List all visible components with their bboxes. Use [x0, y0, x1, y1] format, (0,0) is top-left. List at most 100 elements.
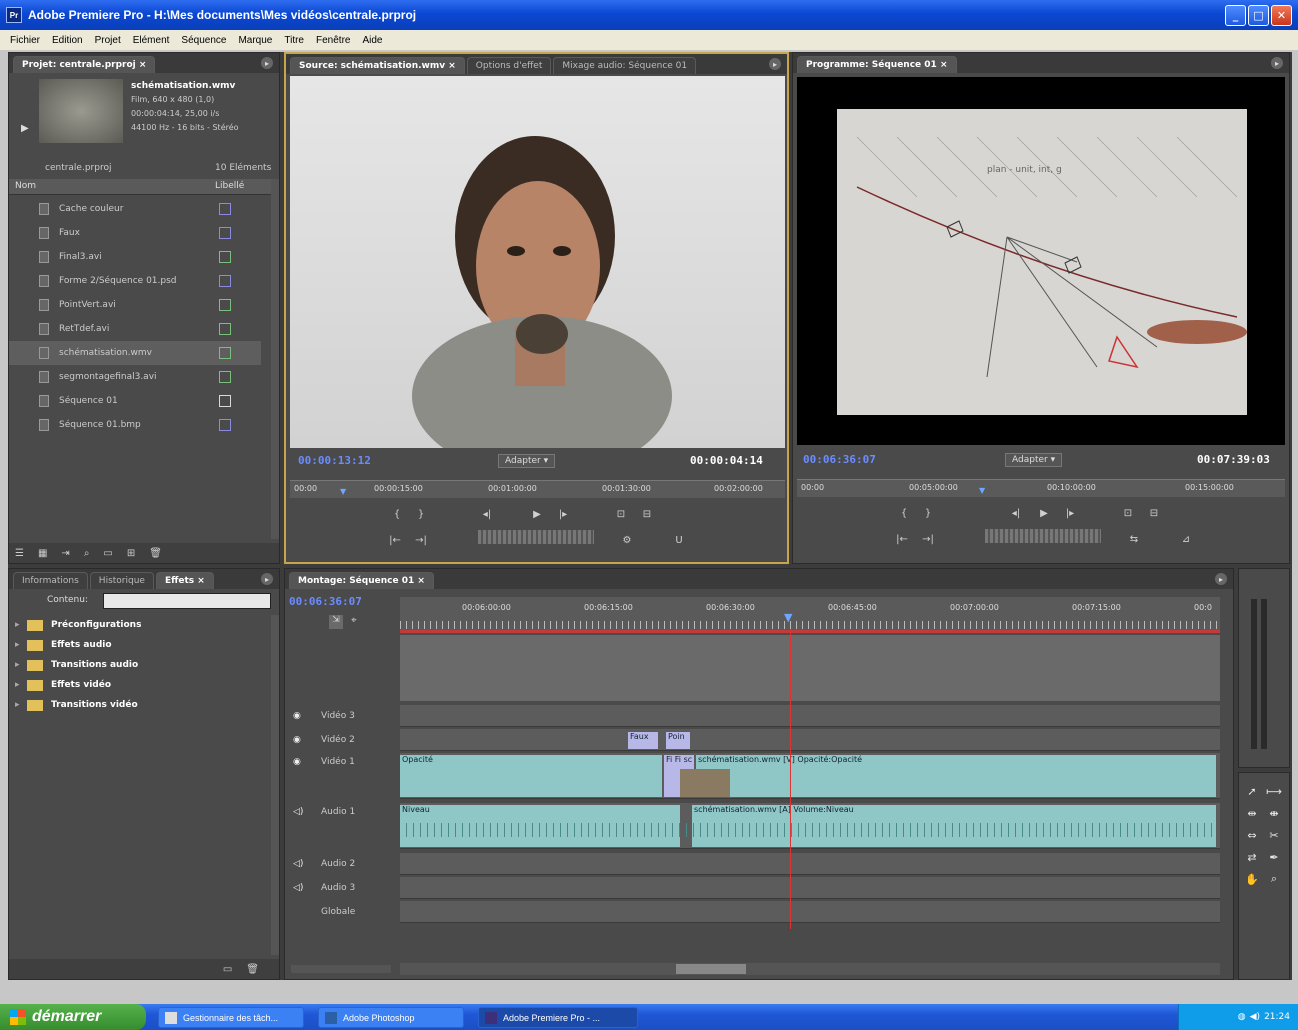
project-scrollbar[interactable]: [271, 179, 279, 539]
menu-titre[interactable]: Titre: [284, 35, 304, 46]
program-current-timecode[interactable]: 00:06:36:07: [803, 453, 876, 466]
extract-icon[interactable]: ⊟: [1145, 505, 1163, 521]
playhead-icon[interactable]: ▼: [340, 487, 346, 496]
eye-icon[interactable]: ◉: [293, 711, 307, 721]
clip-faux[interactable]: Faux: [628, 732, 658, 749]
network-icon[interactable]: ◍: [1238, 1012, 1246, 1022]
track-audio-3-lane[interactable]: [400, 877, 1220, 899]
tab-history[interactable]: Historique: [89, 572, 154, 589]
track-video-3-lane[interactable]: [400, 705, 1220, 727]
razor-tool-icon[interactable]: ✂: [1265, 827, 1283, 843]
expand-arrow-icon[interactable]: ▸: [15, 620, 27, 630]
ripple-edit-tool-icon[interactable]: ⇹: [1243, 805, 1261, 821]
automate-icon[interactable]: ⇥: [61, 548, 69, 559]
timeline-playhead-icon[interactable]: ▼: [784, 611, 792, 624]
trim-icon[interactable]: ⇆: [1125, 531, 1143, 547]
menu-marque[interactable]: Marque: [238, 35, 272, 46]
snap-icon[interactable]: ⇲: [329, 615, 343, 629]
track-audio-2[interactable]: ◁) Audio 2: [285, 853, 397, 875]
speaker-icon[interactable]: ◁): [293, 883, 307, 893]
clip-poin[interactable]: Poin: [666, 732, 690, 749]
program-time-ruler[interactable]: 00:00 00:05:00:00 00:10:00:00 00:15:00:0…: [797, 479, 1285, 497]
panel-menu-icon[interactable]: ▸: [261, 573, 273, 585]
clip-v1-schematisation[interactable]: schématisation.wmv [V] Opacité:Opacité: [696, 755, 1216, 797]
panel-menu-icon[interactable]: ▸: [769, 58, 781, 70]
folder-audio-effects[interactable]: ▸ Effets audio: [9, 635, 271, 655]
project-item[interactable]: segmontagefinal3.avi: [9, 365, 261, 389]
play-thumbnail-icon[interactable]: ▶: [21, 123, 29, 134]
step-forward-icon[interactable]: |▸: [1061, 505, 1079, 521]
selection-tool-icon[interactable]: ➚: [1243, 783, 1261, 799]
play-icon[interactable]: ▶: [528, 506, 546, 522]
goto-in-icon[interactable]: |←: [386, 532, 404, 548]
expand-arrow-icon[interactable]: ▸: [15, 700, 27, 710]
insert-icon[interactable]: ⊡: [612, 506, 630, 522]
project-item[interactable]: Faux: [9, 221, 261, 245]
eye-icon[interactable]: ◉: [293, 757, 307, 767]
mark-in-icon[interactable]: {: [388, 506, 406, 522]
audio-icon[interactable]: U: [670, 532, 688, 548]
track-select-tool-icon[interactable]: ⟼: [1265, 783, 1283, 799]
new-item-icon[interactable]: ⊞: [127, 548, 135, 559]
col-label-header[interactable]: Libellé: [215, 181, 244, 191]
folder-video-transitions[interactable]: ▸ Transitions vidéo: [9, 695, 271, 715]
panel-menu-icon[interactable]: ▸: [1215, 573, 1227, 585]
new-bin-icon[interactable]: ▭: [223, 964, 232, 975]
project-item[interactable]: Final3.avi: [9, 245, 261, 269]
menu-fenetre[interactable]: Fenêtre: [316, 35, 350, 46]
source-time-ruler[interactable]: 00:00 00:00:15:00 00:01:00:00 00:01:30:0…: [290, 480, 785, 498]
col-name-header[interactable]: Nom: [15, 181, 36, 191]
lift-icon[interactable]: ⊡: [1119, 505, 1137, 521]
step-back-icon[interactable]: ◂|: [1007, 505, 1025, 521]
track-video-1-lane[interactable]: Opacité Fi Fi sc schématisation.wmv [V] …: [400, 753, 1220, 799]
tab-sequence[interactable]: Montage: Séquence 01 ×: [289, 572, 434, 589]
tab-info[interactable]: Informations: [13, 572, 88, 589]
minimize-button[interactable]: _: [1225, 5, 1246, 26]
jog-shuttle-slider[interactable]: [478, 530, 594, 544]
project-item[interactable]: RetTdef.avi: [9, 317, 261, 341]
step-forward-icon[interactable]: |▸: [554, 506, 572, 522]
overlay-icon[interactable]: ⊟: [638, 506, 656, 522]
mark-out-icon[interactable]: }: [412, 506, 430, 522]
clip-v1-opacity-left[interactable]: Opacité: [400, 755, 662, 797]
track-audio-1[interactable]: ◁) Audio 1: [285, 803, 397, 849]
project-item[interactable]: Cache couleur: [9, 197, 261, 221]
menu-aide[interactable]: Aide: [362, 35, 382, 46]
folder-video-effects[interactable]: ▸ Effets vidéo: [9, 675, 271, 695]
list-view-icon[interactable]: ☰: [15, 548, 24, 559]
track-audio-3[interactable]: ◁) Audio 3: [285, 877, 397, 899]
folder-audio-transitions[interactable]: ▸ Transitions audio: [9, 655, 271, 675]
timeline-ruler[interactable]: 00:06:00:00 00:06:15:00 00:06:30:00 00:0…: [400, 597, 1220, 633]
step-back-icon[interactable]: ◂|: [478, 506, 496, 522]
panel-menu-icon[interactable]: ▸: [1271, 57, 1283, 69]
pen-tool-icon[interactable]: ✒: [1265, 849, 1283, 865]
track-video-3[interactable]: ◉ Vidéo 3: [285, 705, 397, 727]
icon-view-icon[interactable]: ▦: [38, 548, 47, 559]
panel-menu-icon[interactable]: ▸: [261, 57, 273, 69]
tab-audio-mixer[interactable]: Mixage audio: Séquence 01: [553, 57, 697, 74]
source-fit-dropdown[interactable]: Adapter ▾: [498, 454, 556, 468]
menu-element[interactable]: Elément: [133, 35, 170, 46]
program-fit-dropdown[interactable]: Adapter ▾: [1005, 453, 1063, 467]
menu-sequence[interactable]: Séquence: [181, 35, 226, 46]
goto-out-icon[interactable]: →|: [412, 532, 430, 548]
timeline-timecode[interactable]: 00:06:36:07: [289, 595, 362, 608]
rolling-edit-tool-icon[interactable]: ⇼: [1265, 805, 1283, 821]
new-bin-icon[interactable]: ▭: [103, 548, 112, 559]
slip-tool-icon[interactable]: ⇄: [1243, 849, 1261, 865]
project-item-selected[interactable]: schématisation.wmv: [9, 341, 261, 365]
menu-fichier[interactable]: Fichier: [10, 35, 40, 46]
track-video-2[interactable]: ◉ Vidéo 2: [285, 729, 397, 751]
playhead-icon[interactable]: ▼: [979, 486, 985, 495]
project-item[interactable]: Séquence 01: [9, 389, 261, 413]
tab-source[interactable]: Source: schématisation.wmv ×: [290, 57, 465, 74]
track-video-2-lane[interactable]: Faux Poin: [400, 729, 1220, 751]
expand-arrow-icon[interactable]: ▸: [15, 680, 27, 690]
delete-icon[interactable]: 🗑: [246, 964, 259, 975]
volume-icon[interactable]: ◀): [1250, 1012, 1260, 1022]
play-icon[interactable]: ▶: [1035, 505, 1053, 521]
expand-arrow-icon[interactable]: ▸: [15, 640, 27, 650]
tab-effects[interactable]: Effets ×: [155, 572, 214, 589]
hand-tool-icon[interactable]: ✋: [1243, 871, 1261, 887]
effects-scrollbar[interactable]: [271, 615, 279, 955]
